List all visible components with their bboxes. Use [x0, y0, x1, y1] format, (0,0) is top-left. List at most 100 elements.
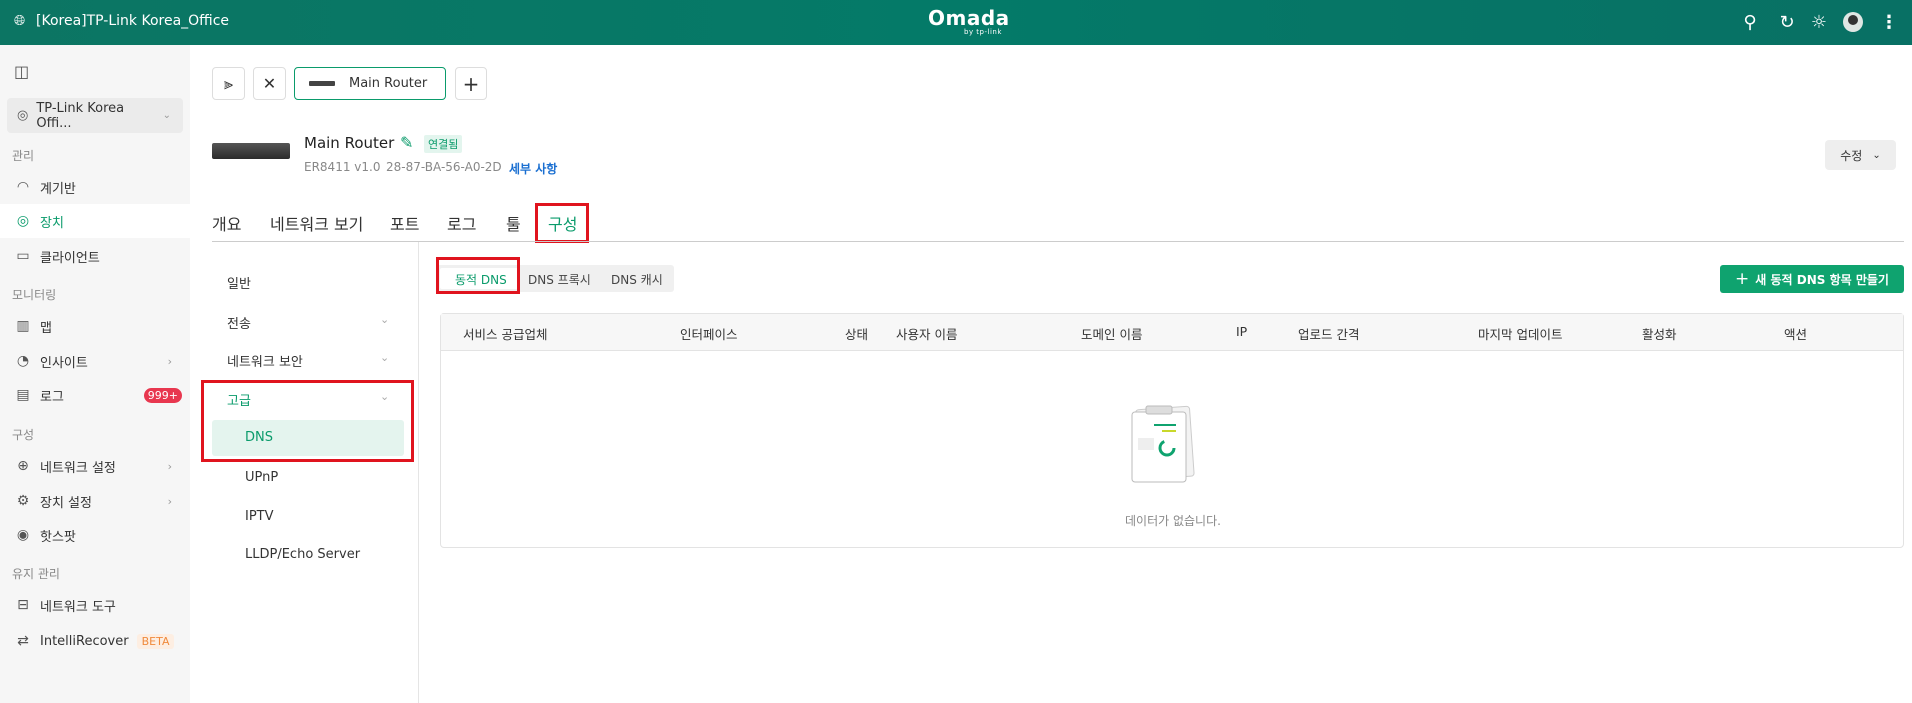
sidebar-item-network-tools[interactable]: ⊟ 네트워크 도구: [0, 588, 190, 622]
table-header: [441, 314, 1903, 351]
section-maintenance: 유지 관리: [12, 567, 60, 581]
sidebar-toggle-icon[interactable]: ◫: [14, 62, 29, 81]
device-name: Main Router: [304, 134, 395, 152]
label: 네트워크 설정: [40, 460, 116, 476]
label: 계기반: [40, 181, 76, 197]
add-tab-button[interactable]: +: [455, 67, 487, 100]
gauge-icon: ◠: [16, 179, 30, 195]
highlight-box: [201, 380, 414, 462]
sidebar-item-intellirecover[interactable]: ⇄ IntelliRecover BETA: [0, 624, 190, 658]
tab-ports[interactable]: 포트: [390, 211, 419, 235]
label: 로그: [40, 389, 64, 405]
label: 핫스팟: [40, 529, 76, 545]
chevron-right-icon: ›: [167, 494, 172, 508]
sidebar-item-map[interactable]: ▥ 맵: [0, 309, 190, 343]
subnav-upnp[interactable]: UPnP: [245, 470, 278, 485]
chevron-right-icon: ›: [167, 354, 172, 368]
label: 네트워크 도구: [40, 599, 116, 615]
more-icon[interactable]: ⋮: [1878, 11, 1900, 33]
label: 맵: [40, 320, 52, 336]
device-tab[interactable]: Main Router: [294, 67, 446, 100]
map-icon: ▥: [16, 318, 30, 334]
subnav-iptv[interactable]: IPTV: [245, 509, 274, 524]
subnav-general[interactable]: 일반: [227, 273, 251, 292]
chevron-down-icon: ⌄: [1872, 149, 1881, 161]
tab-network-view[interactable]: 네트워크 보기: [270, 211, 363, 235]
sidebar-item-devices[interactable]: ◎ 장치: [0, 204, 190, 238]
subnav-lldp[interactable]: LLDP/Echo Server: [245, 547, 360, 562]
logo-text: Omada: [928, 6, 1010, 30]
col-provider: 서비스 공급업체: [463, 327, 548, 342]
label: 클라이언트: [40, 250, 100, 266]
site-selector-label: TP-Link Korea Offi...: [36, 100, 125, 131]
expand-panel-button[interactable]: ⫸: [212, 67, 245, 100]
subnav-transmission[interactable]: 전송: [227, 313, 251, 332]
omada-logo: Omada by tp-link: [928, 6, 1010, 36]
site-selector[interactable]: ◎ TP-Link Korea Offi... ⌄: [7, 98, 183, 133]
avatar[interactable]: [1843, 12, 1863, 32]
tab-dns-proxy[interactable]: DNS 프록시: [528, 271, 591, 288]
status-badge: 연결됨: [424, 135, 463, 153]
section-manage: 관리: [12, 149, 35, 163]
device-tab-label: Main Router: [349, 76, 428, 91]
close-button[interactable]: ✕: [253, 67, 286, 100]
toolbox-icon: ⊟: [17, 597, 29, 613]
sidebar-item-network-settings[interactable]: ⊕ 네트워크 설정 ›: [0, 449, 190, 483]
subnav-network-security[interactable]: 네트워크 보안: [227, 351, 303, 370]
col-interface: 인터페이스: [680, 327, 738, 342]
beta-badge: BETA: [136, 633, 175, 649]
sidebar-item-logs[interactable]: ▤ 로그 999+: [0, 378, 190, 412]
chevron-down-icon: ⌄: [380, 351, 390, 364]
empty-text: 데이터가 없습니다.: [1125, 514, 1221, 528]
device-mac: 28-87-BA-56-A0-2D: [386, 160, 502, 174]
hotspot-icon: ◉: [16, 527, 30, 543]
label: 장치: [40, 215, 64, 231]
refresh-icon[interactable]: ↻: [1776, 11, 1798, 33]
router-icon: [309, 81, 335, 86]
tab-tools[interactable]: 툴: [506, 211, 521, 235]
tab-overview[interactable]: 개요: [212, 211, 241, 235]
sidebar-item-clients[interactable]: ▭ 클라이언트: [0, 239, 190, 273]
col-action: 액션: [1784, 327, 1808, 342]
site-title[interactable]: [Korea]TP-Link Korea_Office: [36, 13, 229, 29]
location-icon: ◎: [17, 108, 29, 123]
details-link[interactable]: 세부 사항: [509, 160, 557, 177]
highlight-box: [436, 257, 520, 294]
empty-clipboard-icon: [1131, 405, 1195, 483]
device-model: ER8411 v1.0: [304, 160, 381, 174]
logo-sub: by tp-link: [964, 28, 1002, 36]
chevron-right-icon: ›: [167, 459, 172, 473]
sidebar-item-device-settings[interactable]: ⚙︎ 장치 설정 ›: [0, 484, 190, 518]
plus-icon: +: [1735, 269, 1750, 289]
label: 장치 설정: [40, 495, 92, 511]
highlight-box: [535, 203, 589, 243]
sync-icon: ⇄: [17, 633, 29, 649]
col-ip: IP: [1236, 324, 1248, 339]
edit-label: 수정: [1840, 148, 1863, 163]
tab-dns-cache[interactable]: DNS 캐시: [611, 271, 663, 288]
col-domain: 도메인 이름: [1081, 327, 1143, 342]
col-update-interval: 업로드 간격: [1298, 327, 1360, 342]
edit-icon[interactable]: ✎: [400, 133, 413, 152]
label: IntelliRecover: [40, 633, 129, 649]
logs-badge: 999+: [143, 387, 182, 403]
edit-dropdown-button[interactable]: 수정 ⌄: [1825, 140, 1896, 170]
globe-icon: ⊕: [17, 458, 29, 474]
subnav-divider: [418, 242, 419, 703]
tabs-divider: [212, 241, 1904, 242]
pie-icon: ◔: [16, 353, 30, 369]
col-last-update: 마지막 업데이트: [1478, 327, 1563, 342]
section-config: 구성: [12, 428, 35, 442]
create-ddns-button[interactable]: + 새 동적 DNS 항목 만들기: [1720, 265, 1904, 293]
tab-logs[interactable]: 로그: [447, 211, 476, 235]
search-icon[interactable]: ⚲: [1739, 11, 1761, 33]
sidebar-item-dashboard[interactable]: ◠ 계기반: [0, 170, 190, 204]
device-settings-icon: ⚙︎: [16, 493, 30, 509]
device-image: [212, 143, 290, 159]
log-icon: ▤: [16, 387, 30, 403]
sidebar-item-insights[interactable]: ◔ 인사이트 ›: [0, 344, 190, 378]
sidebar-item-hotspot[interactable]: ◉ 핫스팟: [0, 518, 190, 552]
client-icon: ▭: [16, 248, 30, 264]
col-enable: 활성화: [1642, 327, 1677, 342]
theme-icon[interactable]: ☼: [1808, 11, 1830, 33]
